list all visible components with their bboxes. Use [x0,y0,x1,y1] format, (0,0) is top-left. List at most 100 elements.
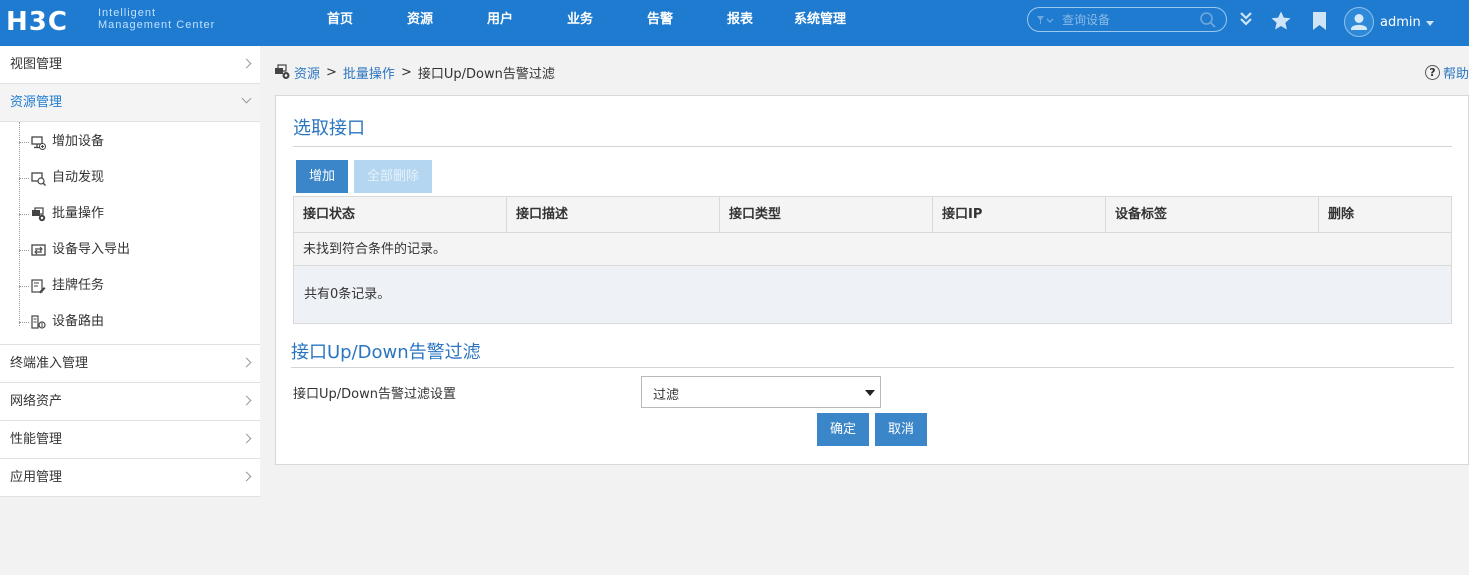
bookmark-icon[interactable] [1309,10,1331,32]
user-icon [1351,14,1367,30]
device-route-icon [31,315,46,329]
table-total-count: 共有0条记录。 [294,266,1451,323]
sidebar-subitem-batch-operation[interactable]: 批量操作 [0,196,260,232]
sidebar-item-view-management[interactable]: 视图管理 [0,46,260,84]
tree-branch-line [19,286,29,287]
username: admin [1380,14,1421,30]
sidebar-item-terminal-access[interactable]: 终端准入管理 [0,345,260,383]
column-interface-ip[interactable]: 接口IP [933,197,1106,232]
chevron-down-icon [241,93,252,104]
section-divider [293,146,1452,147]
main-content: 资源 > 批量操作 > 接口Up/Down告警过滤 ? 帮助 选取接口 增加 全… [260,46,1469,575]
column-interface-type[interactable]: 接口类型 [720,197,933,232]
sidebar-item-performance[interactable]: 性能管理 [0,421,260,459]
filter-setting-select[interactable]: 过滤 [641,376,881,408]
column-interface-status[interactable]: 接口状态 [294,197,507,232]
nav-report[interactable]: 报表 [700,0,780,46]
top-header: H3C Intelligent Management Center 首页 资源 … [0,0,1469,46]
table-empty-message: 未找到符合条件的记录。 [294,233,1451,266]
sidebar-item-label: 终端准入管理 [10,356,89,371]
add-device-icon [31,136,46,150]
sidebar-subitem-device-route[interactable]: 设备路由 [0,304,260,340]
section-divider [291,367,1454,368]
sidebar-subitem-add-device[interactable]: 增加设备 [0,124,260,160]
nav-resource[interactable]: 资源 [380,0,460,46]
sidebar-item-label: 性能管理 [10,432,63,447]
sidebar-subitem-label: 批量操作 [52,206,105,221]
breadcrumb-separator: > [400,64,412,80]
tree-branch-line [19,322,29,323]
breadcrumb-separator: > [326,64,337,80]
sidebar: 视图管理 资源管理 增加设备 自动发现 批量操作 设备导入导出 挂牌任务 设备路… [0,46,260,575]
add-button[interactable]: 增加 [296,160,348,193]
interface-table: 接口状态 接口描述 接口类型 接口IP 设备标签 删除 未找到符合条件的记录。 … [293,196,1452,324]
nav-system[interactable]: 系统管理 [780,0,860,46]
logo-line-1: Intelligent [98,7,157,19]
chevron-right-icon [241,395,252,406]
sidebar-subitem-label: 自动发现 [52,170,105,185]
help-icon: ? [1424,65,1440,80]
favorite-star-icon[interactable] [1270,10,1292,32]
sidebar-item-application[interactable]: 应用管理 [0,459,260,497]
tree-branch-line [19,250,29,251]
batch-operation-icon [275,64,290,79]
nav-alarm[interactable]: 告警 [620,0,700,46]
column-interface-description[interactable]: 接口描述 [507,197,720,232]
device-search-box [1027,7,1227,32]
resource-submenu: 增加设备 自动发现 批量操作 设备导入导出 挂牌任务 设备路由 [0,122,260,345]
user-menu[interactable]: admin [1344,6,1434,38]
main-nav: 首页 资源 用户 业务 告警 报表 系统管理 [300,0,860,46]
section-title-select-interface: 选取接口 [293,118,365,139]
sidebar-subitem-label: 增加设备 [52,134,105,149]
search-icon[interactable] [1199,11,1217,29]
nav-home[interactable]: 首页 [300,0,380,46]
sidebar-subitem-auto-discover[interactable]: 自动发现 [0,160,260,196]
double-chevron-down-icon[interactable] [1236,10,1256,28]
sidebar-subitem-label: 设备导入导出 [52,242,131,257]
breadcrumb: 资源 > 批量操作 > 接口Up/Down告警过滤 [274,63,555,82]
breadcrumb-resource[interactable]: 资源 [294,63,320,82]
selected-value: 过滤 [653,388,680,403]
cancel-button[interactable]: 取消 [875,413,927,446]
batch-operation-icon [32,207,46,222]
column-delete: 删除 [1328,207,1355,222]
auto-discover-icon [31,172,46,186]
nav-service[interactable]: 业务 [540,0,620,46]
logo-product-name: Intelligent Management Center [98,7,238,31]
breadcrumb-current: 接口Up/Down告警过滤 [417,66,555,82]
confirm-button[interactable]: 确定 [817,413,869,446]
logo-mark: H3C [6,7,68,37]
sidebar-item-label: 视图管理 [10,57,63,72]
help-link[interactable]: ? 帮助 [1424,63,1469,82]
sidebar-subitem-import-export[interactable]: 设备导入导出 [0,232,260,268]
tag-task-icon [31,279,46,294]
section-title-alarm-filter: 接口Up/Down告警过滤 [291,342,481,363]
content-panel: 选取接口 增加 全部删除 接口状态 接口描述 接口类型 接口IP 设备标签 删除… [275,95,1469,465]
chevron-right-icon [241,471,252,482]
search-input[interactable] [1062,11,1192,28]
avatar [1344,7,1374,37]
tree-branch-line [19,214,29,215]
sidebar-item-label: 网络资产 [10,394,63,409]
chevron-right-icon [241,433,252,444]
breadcrumb-batch-operation[interactable]: 批量操作 [343,63,395,82]
caret-down-icon [1425,21,1434,26]
sidebar-item-label: 资源管理 [10,95,63,110]
delete-all-button[interactable]: 全部删除 [354,160,432,193]
sidebar-subitem-label: 设备路由 [52,314,105,329]
tree-branch-line [19,142,29,143]
search-filter-icon[interactable] [1035,13,1057,27]
logo-line-2: Management Center [98,19,216,31]
sidebar-item-label: 应用管理 [10,470,63,485]
sidebar-item-network-assets[interactable]: 网络资产 [0,383,260,421]
sidebar-subitem-tag-task[interactable]: 挂牌任务 [0,268,260,304]
tree-branch-line [19,178,29,179]
help-label: 帮助 [1442,67,1469,82]
chevron-right-icon [241,58,252,69]
sidebar-item-resource-management[interactable]: 资源管理 [0,84,260,122]
nav-user[interactable]: 用户 [460,0,540,46]
import-export-icon [31,244,46,256]
column-device-label[interactable]: 设备标签 [1106,197,1319,232]
filter-setting-label: 接口Up/Down告警过滤设置 [293,387,456,402]
table-header: 接口状态 接口描述 接口类型 接口IP 设备标签 删除 [294,197,1451,233]
